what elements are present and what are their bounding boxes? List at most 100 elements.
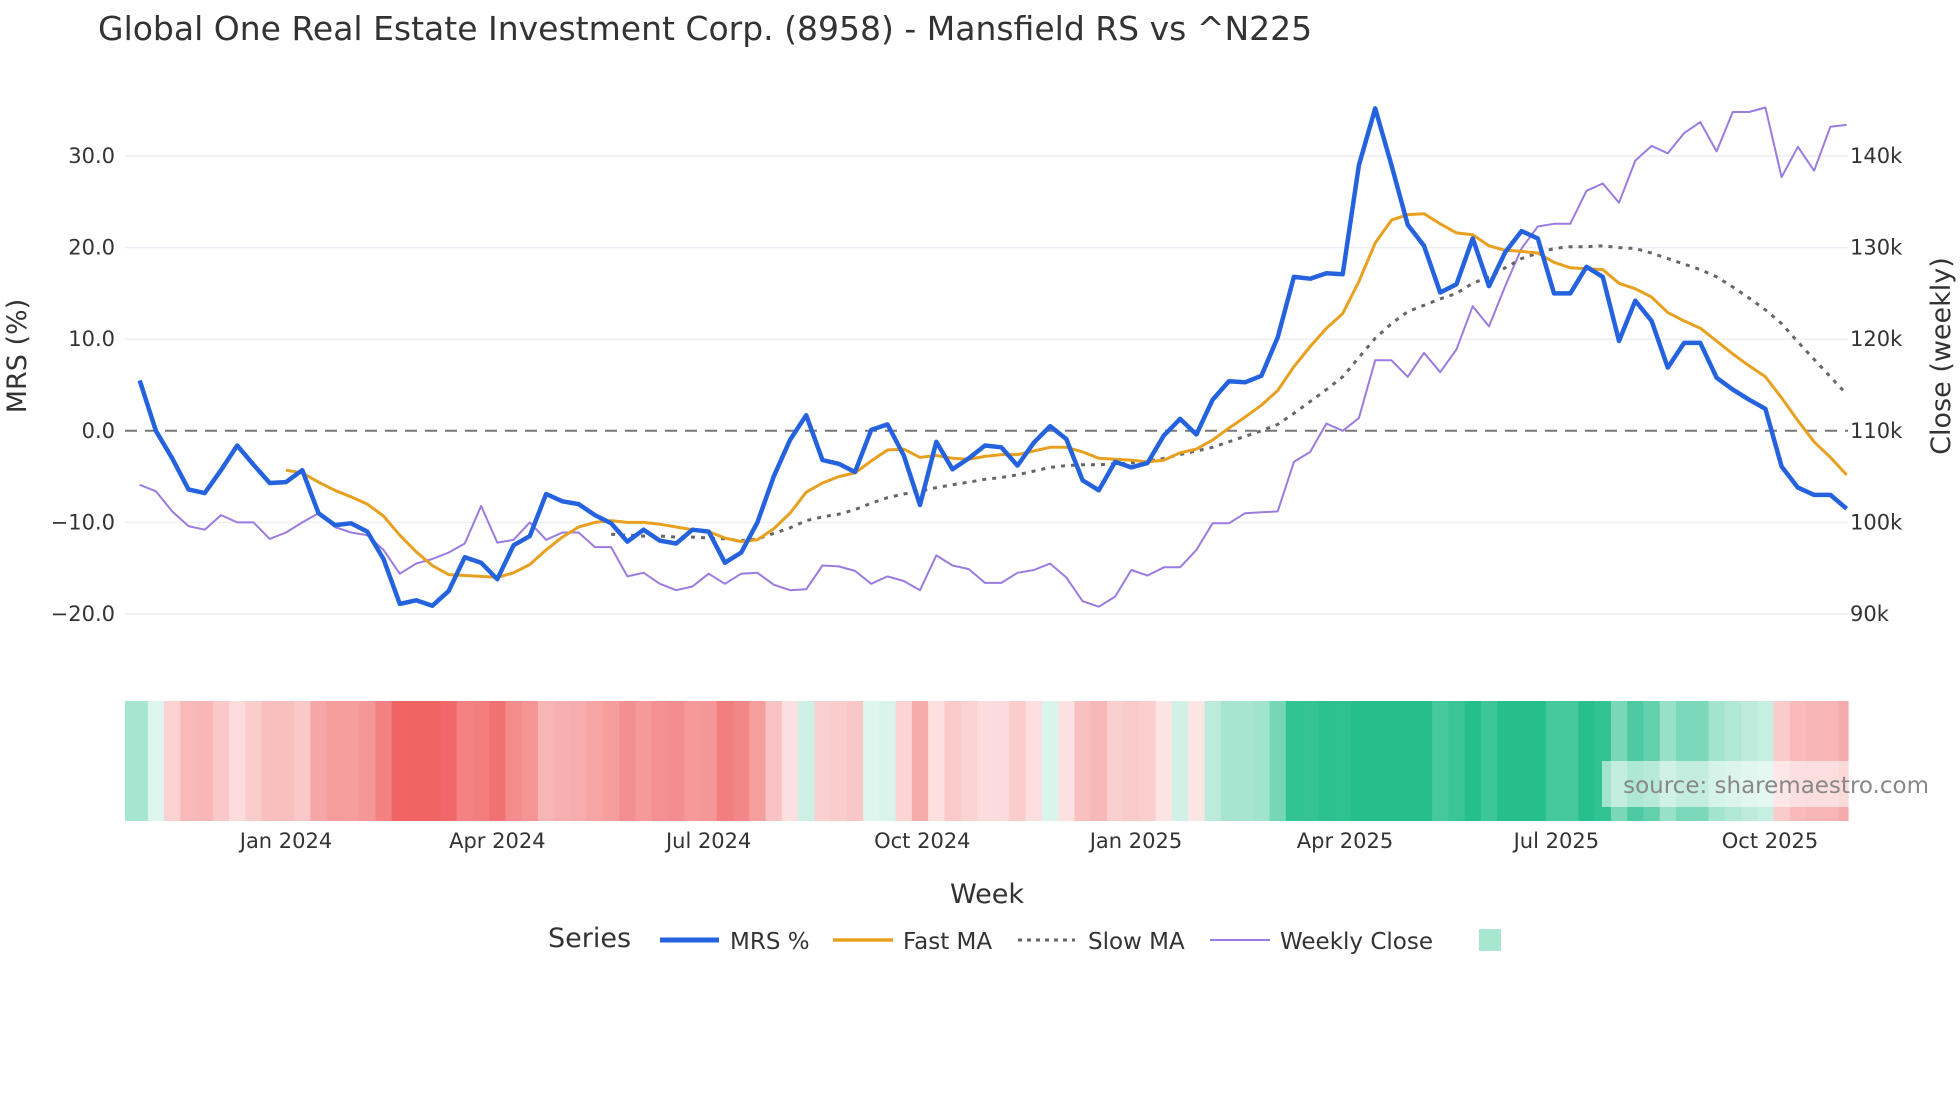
heatmap-cell bbox=[1269, 701, 1287, 821]
heatmap-cell bbox=[359, 701, 377, 821]
heatmap-cell bbox=[1529, 701, 1547, 821]
heatmap-cell bbox=[489, 701, 507, 821]
legend-label-weekly-close: Weekly Close bbox=[1280, 929, 1433, 955]
heatmap-cell bbox=[310, 701, 328, 821]
heatmap-cell bbox=[1237, 701, 1254, 821]
legend-item-fast-ma[interactable]: Fast MA bbox=[833, 929, 992, 955]
heatmap-cell bbox=[196, 701, 214, 821]
heatmap-cell bbox=[1497, 701, 1514, 821]
heatmap-cell bbox=[781, 701, 799, 821]
heatmap-cell bbox=[603, 701, 620, 821]
heatmap-cell bbox=[1562, 701, 1580, 821]
x-axis-title: Week bbox=[950, 879, 1024, 910]
heatmap-cell bbox=[846, 701, 864, 821]
heatmap-cell bbox=[684, 701, 702, 821]
y2-axis-title: Close (weekly) bbox=[1926, 257, 1957, 455]
legend-swatch-heatmap[interactable] bbox=[1479, 929, 1501, 951]
legend-item-mrs[interactable]: MRS % bbox=[660, 929, 810, 955]
heatmap-cell bbox=[1171, 701, 1189, 821]
heatmap-cell bbox=[1123, 701, 1141, 821]
heatmap-cell bbox=[1513, 701, 1531, 821]
heatmap-cell bbox=[424, 701, 442, 821]
heatmap-cell bbox=[1204, 701, 1222, 821]
mrs-chart: Global One Real Estate Investment Corp. … bbox=[2, 9, 1957, 955]
heatmap-cell bbox=[554, 701, 572, 821]
heatmap-cell bbox=[1058, 701, 1076, 821]
heatmap-cell bbox=[668, 701, 685, 821]
heatmap-cell bbox=[1578, 701, 1596, 821]
legend-title: Series bbox=[548, 923, 631, 954]
heatmap-cell bbox=[798, 701, 815, 821]
heatmap-cell bbox=[814, 701, 832, 821]
heatmap-cell bbox=[164, 701, 181, 821]
legend: Series MRS % Fast MA Slow MA Weekly Clos… bbox=[548, 923, 1501, 955]
heatmap-cell bbox=[212, 701, 230, 821]
heatmap-cell bbox=[1480, 701, 1498, 821]
chart-title: Global One Real Estate Investment Corp. … bbox=[98, 9, 1312, 48]
watermark: source: sharemaestro.com bbox=[1623, 773, 1929, 799]
heatmap-cell bbox=[1009, 701, 1027, 821]
heatmap-cell bbox=[863, 701, 880, 821]
heatmap-cell bbox=[472, 701, 490, 821]
heatmap-cell bbox=[716, 701, 734, 821]
heatmap-cell bbox=[1285, 701, 1303, 821]
x-tick-label: Oct 2024 bbox=[874, 829, 970, 853]
y-tick-label: 0.0 bbox=[82, 419, 115, 443]
legend-label-slow-ma: Slow MA bbox=[1088, 929, 1185, 955]
heatmap-cell bbox=[586, 701, 604, 821]
heatmap-cell bbox=[1448, 701, 1466, 821]
y2-tick-label: 120k bbox=[1850, 327, 1903, 351]
heatmap-cell bbox=[342, 701, 360, 821]
heatmap-cell bbox=[635, 701, 653, 821]
legend-item-weekly-close[interactable]: Weekly Close bbox=[1210, 929, 1433, 955]
heatmap-cell bbox=[326, 701, 344, 821]
heatmap-cell bbox=[277, 701, 295, 821]
heatmap-cell bbox=[1025, 701, 1043, 821]
y-tick-label: 10.0 bbox=[68, 327, 115, 351]
mrs-heatmap-strip bbox=[125, 701, 1849, 821]
y2-tick-label: 130k bbox=[1850, 236, 1903, 260]
x-axis-ticks: Jan 2024 Apr 2024 Jul 2024 Oct 2024 Jan 2025… bbox=[238, 829, 1818, 853]
heatmap-cell bbox=[440, 701, 458, 821]
heatmap-cell bbox=[537, 701, 555, 821]
grid-lines bbox=[125, 155, 1848, 615]
heatmap-cell bbox=[1090, 701, 1108, 821]
heatmap-cell bbox=[960, 701, 978, 821]
heatmap-cell bbox=[245, 701, 263, 821]
heatmap-cell bbox=[911, 701, 929, 821]
heatmap-cell bbox=[1464, 701, 1482, 821]
y2-tick-label: 90k bbox=[1850, 602, 1890, 626]
heatmap-cell bbox=[1399, 701, 1417, 821]
heatmap-cell bbox=[1432, 701, 1449, 821]
heatmap-cell bbox=[261, 701, 279, 821]
heatmap-cell bbox=[1318, 701, 1336, 821]
heatmap-cell bbox=[294, 701, 311, 821]
heatmap-cell bbox=[456, 701, 474, 821]
heatmap-cell bbox=[1139, 701, 1157, 821]
heatmap-cell bbox=[928, 701, 945, 821]
y-tick-label: 20.0 bbox=[68, 236, 115, 260]
right-axis-ticks: 140k 130k 120k 110k 100k 90k bbox=[1850, 144, 1903, 626]
heatmap-cell bbox=[651, 701, 669, 821]
series-line-slow-ma bbox=[611, 244, 1848, 543]
heatmap-cell bbox=[1383, 701, 1401, 821]
y-tick-label: 30.0 bbox=[68, 144, 115, 168]
y2-tick-label: 140k bbox=[1850, 144, 1903, 168]
heatmap-cell bbox=[1302, 701, 1319, 821]
left-axis-ticks: 30.0 20.0 10.0 0.0 −10.0 −20.0 bbox=[51, 144, 115, 626]
heatmap-cell bbox=[879, 701, 897, 821]
heatmap-cell bbox=[1106, 701, 1124, 821]
heatmap-cell bbox=[521, 701, 539, 821]
legend-item-slow-ma[interactable]: Slow MA bbox=[1018, 929, 1185, 955]
x-tick-label: Jan 2025 bbox=[1088, 829, 1183, 853]
heatmap-cell bbox=[1545, 701, 1563, 821]
x-tick-label: Oct 2025 bbox=[1722, 829, 1818, 853]
heatmap-cell bbox=[180, 701, 198, 821]
heatmap-cell bbox=[1253, 701, 1271, 821]
heatmap-cell bbox=[1334, 701, 1352, 821]
heatmap-cell bbox=[505, 701, 523, 821]
x-tick-label: Apr 2025 bbox=[1297, 829, 1393, 853]
heatmap-cell bbox=[700, 701, 718, 821]
heatmap-cell bbox=[976, 701, 994, 821]
y-tick-label: −10.0 bbox=[51, 510, 115, 534]
